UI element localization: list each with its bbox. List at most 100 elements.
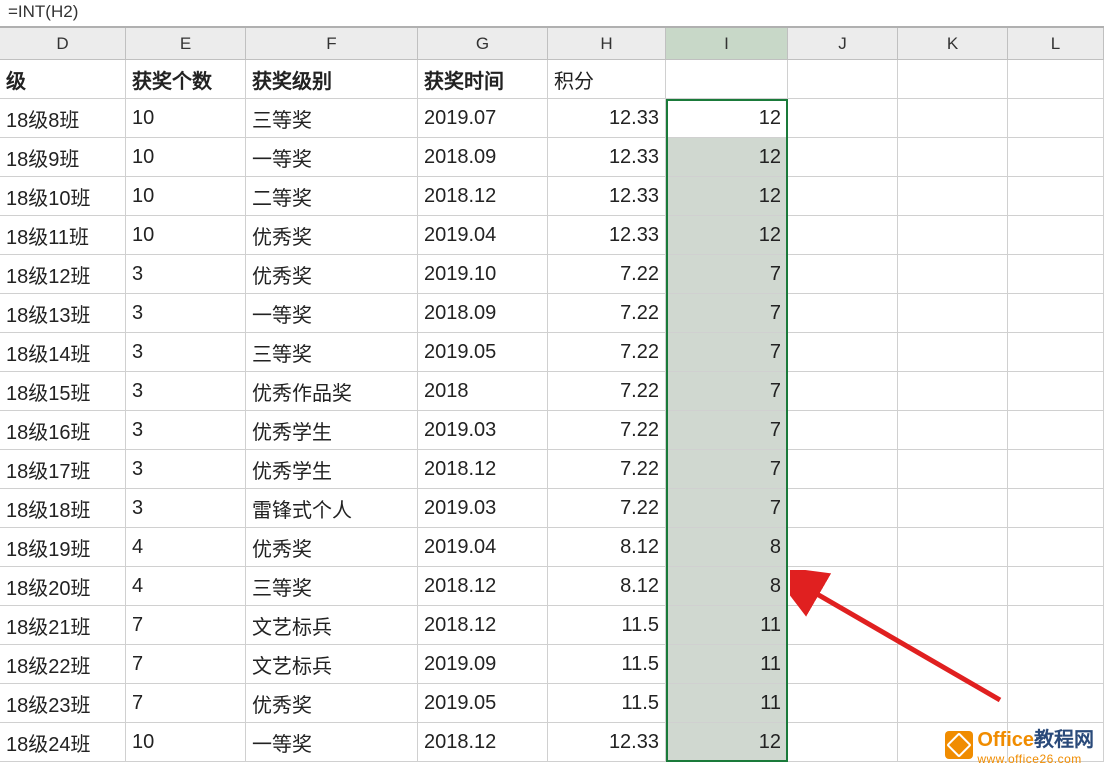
cell-L[interactable] <box>1008 99 1104 137</box>
cell-H[interactable]: 11.5 <box>548 606 666 644</box>
cell-L[interactable] <box>1008 528 1104 566</box>
cell-H[interactable]: 7.22 <box>548 333 666 371</box>
cell-F[interactable]: 一等奖 <box>246 294 418 332</box>
cell-E[interactable]: 3 <box>126 294 246 332</box>
cell-H[interactable]: 11.5 <box>548 684 666 722</box>
cell-H[interactable]: 11.5 <box>548 645 666 683</box>
cell-F[interactable]: 一等奖 <box>246 138 418 176</box>
cell-F[interactable]: 三等奖 <box>246 333 418 371</box>
cell-E[interactable]: 3 <box>126 372 246 410</box>
cell-H[interactable]: 8.12 <box>548 528 666 566</box>
cell-L[interactable] <box>1008 606 1104 644</box>
cell-G[interactable]: 2019.07 <box>418 99 548 137</box>
cell-D[interactable]: 18级16班 <box>0 411 126 449</box>
cell-F[interactable]: 优秀奖 <box>246 216 418 254</box>
cell-G[interactable]: 2019.05 <box>418 684 548 722</box>
cell-L[interactable] <box>1008 645 1104 683</box>
header-award-time[interactable]: 获奖时间 <box>418 60 548 98</box>
cell-I[interactable]: 12 <box>666 99 788 137</box>
cell-E[interactable]: 10 <box>126 723 246 761</box>
cell-H[interactable]: 7.22 <box>548 372 666 410</box>
cell-I[interactable]: 7 <box>666 489 788 527</box>
cell-F[interactable]: 文艺标兵 <box>246 606 418 644</box>
cell-E[interactable]: 3 <box>126 333 246 371</box>
cell-G[interactable]: 2018.12 <box>418 177 548 215</box>
cell-G[interactable]: 2019.04 <box>418 528 548 566</box>
cell-K[interactable] <box>898 489 1008 527</box>
cell-E[interactable]: 3 <box>126 489 246 527</box>
cell-D[interactable]: 18级8班 <box>0 99 126 137</box>
cell-F[interactable]: 优秀奖 <box>246 528 418 566</box>
cell-G[interactable]: 2018.12 <box>418 723 548 761</box>
column-header-K[interactable]: K <box>898 28 1008 59</box>
cell-F[interactable]: 优秀学生 <box>246 450 418 488</box>
cell-F[interactable]: 优秀学生 <box>246 411 418 449</box>
cell-J[interactable] <box>788 255 898 293</box>
cell-I[interactable]: 12 <box>666 216 788 254</box>
cell-I[interactable]: 11 <box>666 684 788 722</box>
cell-J[interactable] <box>788 528 898 566</box>
cell-E[interactable]: 10 <box>126 216 246 254</box>
cell-K[interactable] <box>898 138 1008 176</box>
cell-I[interactable]: 7 <box>666 255 788 293</box>
cell-J[interactable] <box>788 723 898 761</box>
cell-H[interactable]: 7.22 <box>548 294 666 332</box>
cell-L[interactable] <box>1008 411 1104 449</box>
cell-F[interactable]: 三等奖 <box>246 567 418 605</box>
cell-G[interactable]: 2019.09 <box>418 645 548 683</box>
cell-H[interactable]: 7.22 <box>548 411 666 449</box>
cell-D[interactable]: 18级19班 <box>0 528 126 566</box>
cell-I[interactable]: 11 <box>666 645 788 683</box>
cell-J[interactable] <box>788 489 898 527</box>
cell-L[interactable] <box>1008 372 1104 410</box>
cell-K[interactable] <box>898 255 1008 293</box>
cell-D[interactable]: 18级22班 <box>0 645 126 683</box>
cell-K[interactable] <box>898 372 1008 410</box>
cell-J[interactable] <box>788 645 898 683</box>
empty-cell[interactable] <box>788 60 898 98</box>
cell-H[interactable]: 12.33 <box>548 723 666 761</box>
cell-I[interactable]: 8 <box>666 528 788 566</box>
cell-J[interactable] <box>788 411 898 449</box>
cell-K[interactable] <box>898 450 1008 488</box>
cell-L[interactable] <box>1008 294 1104 332</box>
cell-K[interactable] <box>898 606 1008 644</box>
cell-L[interactable] <box>1008 333 1104 371</box>
cell-D[interactable]: 18级9班 <box>0 138 126 176</box>
cell-K[interactable] <box>898 645 1008 683</box>
cell-H[interactable]: 12.33 <box>548 216 666 254</box>
cell-G[interactable]: 2019.10 <box>418 255 548 293</box>
column-header-H[interactable]: H <box>548 28 666 59</box>
cell-I[interactable]: 7 <box>666 333 788 371</box>
cell-J[interactable] <box>788 606 898 644</box>
cell-D[interactable]: 18级15班 <box>0 372 126 410</box>
cell-H[interactable]: 7.22 <box>548 255 666 293</box>
cell-L[interactable] <box>1008 489 1104 527</box>
cell-D[interactable]: 18级14班 <box>0 333 126 371</box>
cell-H[interactable]: 12.33 <box>548 99 666 137</box>
cell-I[interactable]: 7 <box>666 411 788 449</box>
cell-J[interactable] <box>788 684 898 722</box>
cell-D[interactable]: 18级21班 <box>0 606 126 644</box>
cell-E[interactable]: 4 <box>126 528 246 566</box>
cell-G[interactable]: 2018.09 <box>418 138 548 176</box>
cell-K[interactable] <box>898 684 1008 722</box>
cell-K[interactable] <box>898 411 1008 449</box>
cell-L[interactable] <box>1008 684 1104 722</box>
cell-E[interactable]: 7 <box>126 645 246 683</box>
cell-E[interactable]: 3 <box>126 255 246 293</box>
cell-J[interactable] <box>788 177 898 215</box>
column-header-L[interactable]: L <box>1008 28 1104 59</box>
cell-K[interactable] <box>898 99 1008 137</box>
cell-H[interactable]: 8.12 <box>548 567 666 605</box>
cell-L[interactable] <box>1008 138 1104 176</box>
cell-E[interactable]: 10 <box>126 99 246 137</box>
formula-bar[interactable]: =INT(H2) <box>0 0 1104 26</box>
cell-J[interactable] <box>788 138 898 176</box>
cell-L[interactable] <box>1008 177 1104 215</box>
cell-E[interactable]: 10 <box>126 138 246 176</box>
cell-K[interactable] <box>898 177 1008 215</box>
empty-cell[interactable] <box>898 60 1008 98</box>
cell-J[interactable] <box>788 450 898 488</box>
cell-I[interactable]: 8 <box>666 567 788 605</box>
